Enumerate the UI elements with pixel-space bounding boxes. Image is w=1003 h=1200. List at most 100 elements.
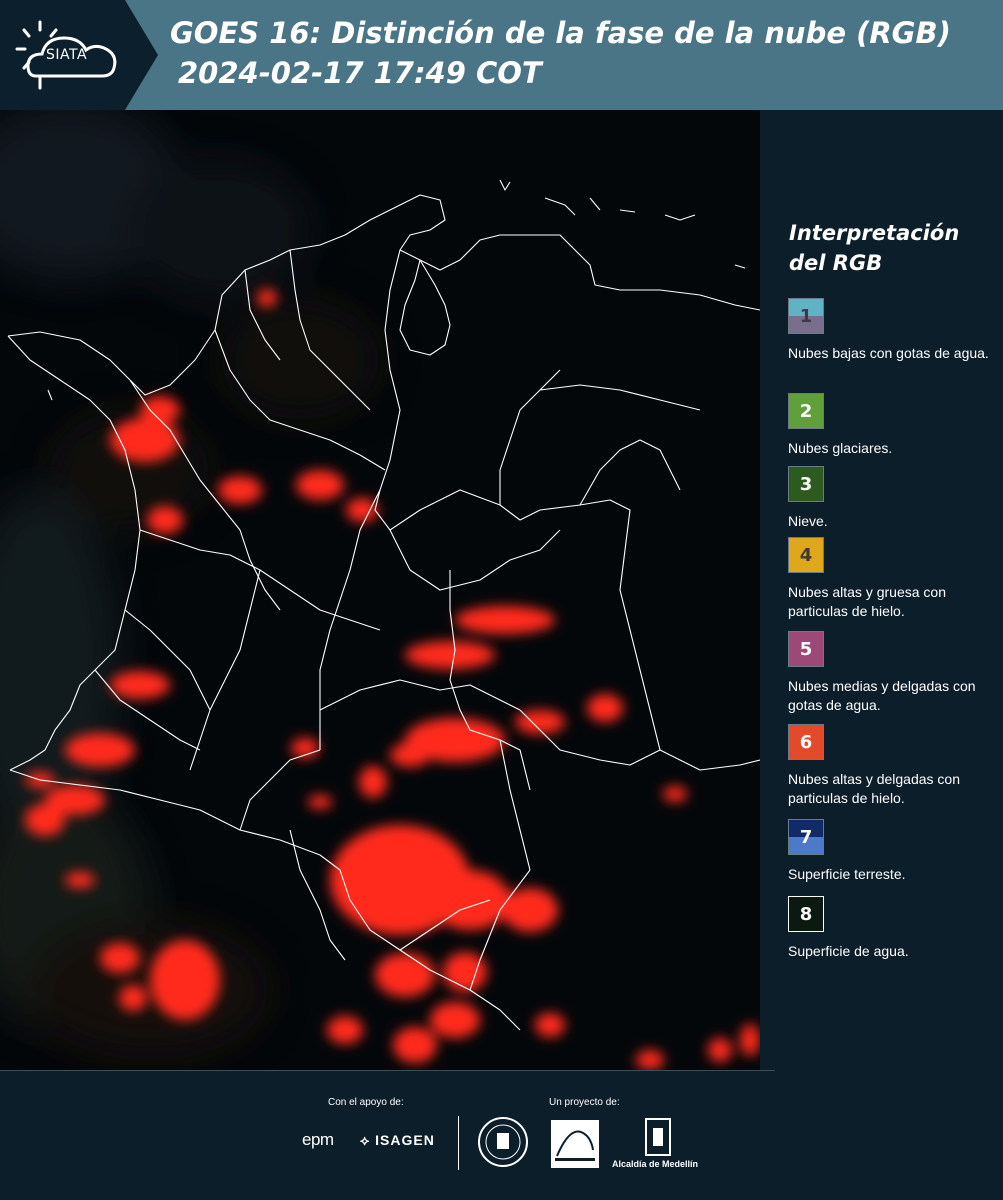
department-border	[389, 529, 561, 591]
legend-swatch: 8	[788, 896, 824, 932]
cloud-cell	[65, 872, 95, 888]
cloud-cell	[636, 1050, 664, 1070]
legend-number: 7	[799, 826, 813, 848]
isagen-logo-text: ISAGEN	[375, 1132, 435, 1148]
legend-title: Interpretación del RGB	[789, 221, 960, 275]
page-timestamp: 2024-02-17 17:49 COT	[178, 56, 542, 90]
legend-item-2: 2 Nubes glaciares.	[788, 393, 1003, 458]
cloud-cell	[257, 289, 277, 307]
legend-label: Nubes altas y gruesa con particulas de h…	[788, 584, 946, 619]
country-border	[374, 249, 760, 771]
cloud-cell	[587, 694, 623, 722]
legend-item-4: 4 Nubes altas y gruesa con particulas de…	[788, 537, 1003, 621]
cloud-cell	[375, 953, 435, 997]
island-outline	[619, 209, 636, 213]
cloud-cell	[65, 733, 135, 767]
legend-label: Nubes altas y delgadas con particulas de…	[788, 771, 960, 806]
cloud-cell	[346, 498, 378, 522]
island-outline	[589, 197, 601, 211]
cloud-cell	[390, 743, 430, 767]
legend-number: 2	[799, 400, 813, 422]
support-label: Con el apoyo de:	[328, 1097, 404, 1108]
department-border	[499, 739, 531, 871]
cloud-cell	[110, 671, 170, 699]
cloud-cell	[430, 1002, 480, 1038]
legend-panel: Interpretación del RGB 1 Nubes bajas con…	[760, 110, 1003, 1070]
department-border	[239, 749, 321, 831]
legend-number: 4	[799, 544, 813, 566]
legend-label: Nieve.	[788, 513, 828, 529]
university-seal-icon	[478, 1117, 528, 1167]
cloud-cell	[455, 606, 555, 634]
department-border	[499, 369, 561, 505]
cloud-cell	[25, 804, 65, 836]
footer-divider	[458, 1116, 459, 1170]
legend-item-3: 3 Nieve.	[788, 466, 1003, 531]
legend-swatch: 7	[788, 819, 824, 855]
alcaldia-label: Alcaldía de Medellín	[612, 1159, 699, 1169]
isagen-logo: ⟡ ISAGEN	[360, 1132, 435, 1149]
legend-swatch: 4	[788, 537, 824, 573]
cloud-cell	[502, 888, 558, 932]
page-title: GOES 16: Distinción de la fase de la nub…	[170, 16, 951, 50]
cloud-cell	[150, 940, 220, 1020]
header: SIATA GOES 16: Distinción de la fase de …	[0, 0, 1003, 110]
project-label: Un proyecto de:	[549, 1097, 620, 1108]
legend-swatch: 1	[788, 298, 824, 334]
country-border	[579, 439, 681, 506]
satellite-map	[0, 110, 760, 1070]
legend-label: Nubes medias y delgadas con gotas de agu…	[788, 678, 976, 713]
cloud-cell	[296, 470, 344, 500]
department-border	[189, 569, 261, 771]
cloud-cell	[430, 870, 510, 930]
cloud-cell	[308, 795, 332, 809]
cloud-cell	[147, 506, 183, 534]
lake-outline	[399, 259, 451, 356]
cloud-cell	[393, 1027, 437, 1063]
island-outline	[544, 197, 576, 216]
isagen-mark-icon: ⟡	[360, 1132, 371, 1148]
cloud-cell	[708, 1038, 732, 1062]
footer-separator	[0, 1070, 775, 1071]
epm-logo: epm	[302, 1130, 334, 1149]
legend-swatch: 6	[788, 724, 824, 760]
legend-number: 1	[799, 305, 813, 327]
legend-number: 8	[799, 903, 813, 925]
area-metropolitana-logo-icon	[551, 1120, 599, 1168]
cloud-cell	[663, 786, 687, 802]
alcaldia-shield-icon	[645, 1118, 671, 1156]
island-outline	[664, 214, 696, 221]
legend-label: Superficie de agua.	[788, 943, 909, 959]
legend-label: Superficie terreste.	[788, 866, 906, 882]
island-outline	[47, 389, 53, 401]
department-border	[319, 679, 521, 711]
footer: Con el apoyo de: Un proyecto de: epm ⟡ I…	[0, 1070, 1003, 1200]
department-border	[539, 384, 701, 411]
legend-item-7: 7 Superficie terreste.	[788, 819, 1003, 884]
cloud-cell	[327, 1016, 363, 1044]
cloud-cell	[119, 985, 147, 1011]
legend-item-5: 5 Nubes medias y delgadas con gotas de a…	[788, 631, 1003, 715]
cloud-cell	[740, 1024, 760, 1056]
island-outline	[734, 264, 746, 269]
legend-item-1: 1 Nubes bajas con gotas de agua.	[788, 298, 1003, 363]
legend-swatch: 2	[788, 393, 824, 429]
logo-block: SIATA	[0, 0, 158, 110]
legend-swatch: 3	[788, 466, 824, 502]
cloud-cell	[405, 641, 495, 669]
island-outline	[499, 179, 511, 191]
legend-label: Nubes glaciares.	[788, 440, 893, 456]
legend-number: 5	[799, 638, 813, 660]
legend-number: 6	[799, 731, 813, 753]
cloud-cell	[535, 1013, 565, 1037]
cloud-cell	[359, 766, 387, 798]
cloud-cell	[218, 476, 262, 504]
legend-item-8: 8 Superficie de agua.	[788, 896, 1003, 961]
siata-brand-text: SIATA	[46, 47, 88, 63]
legend-item-6: 6 Nubes altas y delgadas con particulas …	[788, 724, 1003, 808]
legend-number: 3	[799, 473, 813, 495]
legend-label: Nubes bajas con gotas de agua.	[788, 345, 989, 361]
cloud-cell	[100, 943, 140, 973]
legend-swatch: 5	[788, 631, 824, 667]
satellite-map-svg	[0, 110, 760, 1070]
